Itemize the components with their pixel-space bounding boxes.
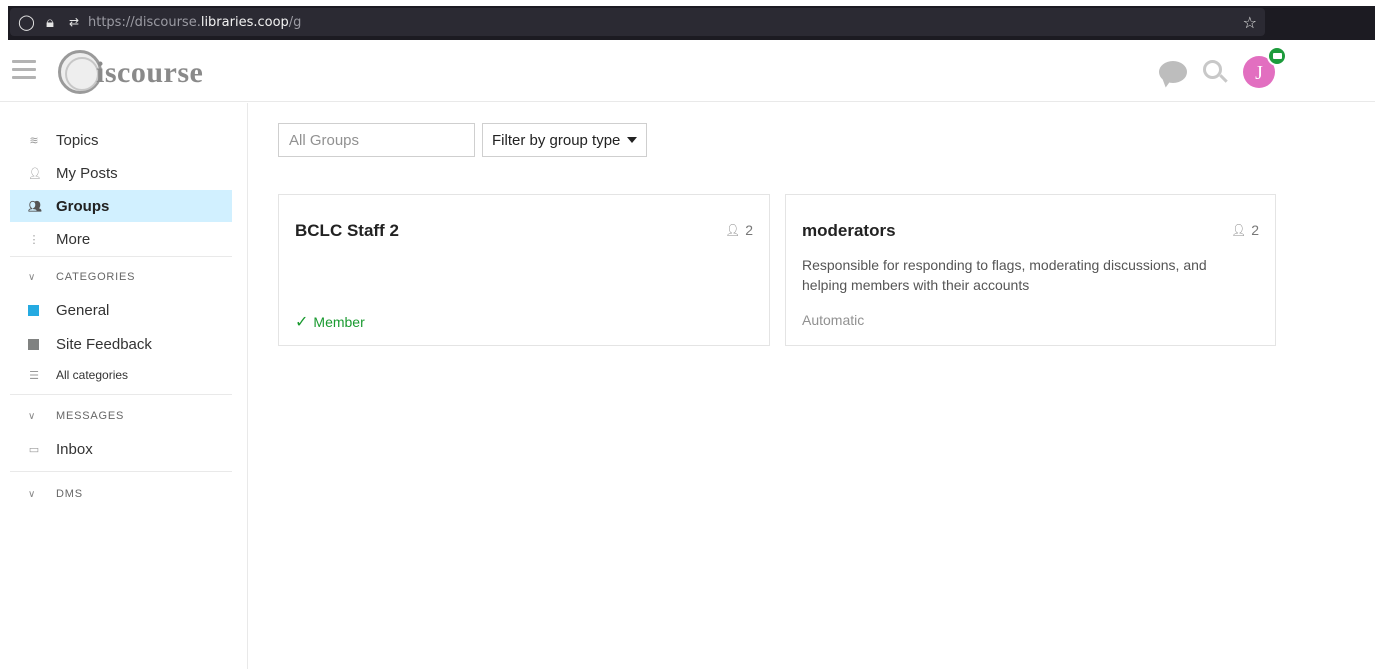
group-membership-status: ✓ Member — [295, 312, 365, 331]
status-text: Automatic — [802, 312, 865, 328]
chevron-down-icon: ∨ — [28, 410, 37, 422]
sidebar-divider — [10, 256, 232, 257]
logo-text: iscourse — [96, 56, 204, 89]
url-text[interactable]: https://discourse.libraries.coop/g — [88, 15, 301, 30]
unread-messages-badge-icon[interactable] — [1267, 46, 1287, 66]
caret-down-icon — [627, 137, 638, 143]
section-heading: CATEGORIES — [56, 271, 136, 283]
sidebar: ≋ Topics 👤︎ My Posts 👥︎ Groups ⋮ More ∨ … — [0, 103, 248, 669]
status-text: Member — [313, 313, 365, 330]
group-name[interactable]: BCLC Staff 2 — [295, 221, 399, 241]
section-heading: MESSAGES — [56, 410, 125, 422]
sidebar-divider — [10, 471, 232, 472]
sidebar-item-label: Inbox — [56, 440, 93, 458]
search-icon[interactable] — [1201, 58, 1229, 86]
sidebar-item-more[interactable]: ⋮ More — [10, 223, 232, 255]
category-color-swatch — [28, 338, 39, 350]
user-icon: 👤︎ — [724, 223, 741, 237]
site-logo[interactable]: iscourse — [58, 48, 208, 98]
sidebar-item-label: My Posts — [56, 164, 118, 182]
sidebar-item-topics[interactable]: ≋ Topics — [10, 124, 232, 156]
site-header: iscourse J — [0, 40, 1375, 102]
browser-toolbar: ◯ 🔒︎ ⇄ https://discourse.libraries.coop/… — [0, 0, 1375, 40]
user-icon: 👤︎ — [1230, 223, 1247, 237]
sidebar-item-label: Groups — [56, 197, 110, 215]
group-member-count: 👤︎ 2 — [725, 222, 753, 238]
group-search-input[interactable] — [278, 123, 475, 157]
header-icons: J — [1159, 46, 1287, 90]
sidebar-item-label: Topics — [56, 131, 99, 149]
sidebar-divider — [10, 394, 232, 395]
sidebar-section-dms[interactable]: ∨ DMS — [10, 480, 232, 508]
sidebar-item-label: General — [56, 301, 110, 319]
chevron-down-icon: ∨ — [28, 488, 37, 500]
sidebar-item-my-posts[interactable]: 👤︎ My Posts — [10, 157, 232, 189]
ellipsis-vertical-icon: ⋮ — [28, 232, 40, 246]
user-avatar[interactable]: J — [1243, 46, 1287, 88]
sidebar-item-label: All categories — [56, 368, 129, 382]
users-icon: 👥︎ — [28, 199, 42, 213]
avatar-letter: J — [1255, 62, 1263, 84]
group-member-count: 👤︎ 2 — [1231, 222, 1259, 238]
sidebar-item-groups[interactable]: 👥︎ Groups — [10, 190, 232, 222]
sidebar-item-all-categories[interactable]: ☰ All categories — [10, 359, 232, 391]
group-type-filter-dropdown[interactable]: Filter by group type — [482, 123, 647, 157]
member-count-value: 2 — [745, 222, 753, 238]
layers-icon: ≋ — [29, 133, 39, 147]
sidebar-section-categories[interactable]: ∨ CATEGORIES — [10, 263, 232, 291]
group-card-moderators[interactable]: moderators 👤︎ 2 Responsible for respondi… — [785, 194, 1276, 346]
section-heading: DMS — [56, 488, 83, 500]
check-icon: ✓ — [295, 312, 309, 331]
member-count-value: 2 — [1251, 222, 1259, 238]
address-bar[interactable]: ◯ 🔒︎ ⇄ https://discourse.libraries.coop/… — [10, 8, 1265, 36]
list-icon: ☰ — [29, 368, 39, 382]
chevron-down-icon: ∨ — [28, 271, 37, 283]
chat-icon[interactable] — [1159, 61, 1187, 83]
user-icon: 👤︎ — [28, 166, 42, 180]
filter-label: Filter by group type — [492, 131, 621, 149]
sidebar-item-site-feedback[interactable]: Site Feedback — [10, 328, 232, 360]
group-name[interactable]: moderators — [802, 221, 896, 241]
sidebar-item-inbox[interactable]: ▭ Inbox — [10, 433, 232, 465]
lock-icon[interactable]: 🔒︎ — [42, 13, 58, 31]
group-membership-status: Automatic — [802, 312, 864, 328]
shield-icon[interactable]: ◯ — [18, 13, 35, 31]
inbox-icon: ▭ — [28, 442, 40, 456]
sidebar-item-label: Site Feedback — [56, 335, 152, 353]
group-description: Responsible for responding to flags, mod… — [802, 257, 1207, 293]
sidebar-section-messages[interactable]: ∨ MESSAGES — [10, 402, 232, 430]
sidebar-item-general[interactable]: General — [10, 294, 232, 326]
hamburger-menu-icon[interactable] — [12, 60, 36, 80]
bookmark-star-icon[interactable]: ☆ — [1243, 13, 1257, 32]
permissions-icon[interactable]: ⇄ — [66, 15, 82, 29]
category-color-swatch — [28, 304, 39, 316]
group-card-bclc-staff-2[interactable]: BCLC Staff 2 👤︎ 2 ✓ Member — [278, 194, 770, 346]
sidebar-item-label: More — [56, 230, 91, 248]
